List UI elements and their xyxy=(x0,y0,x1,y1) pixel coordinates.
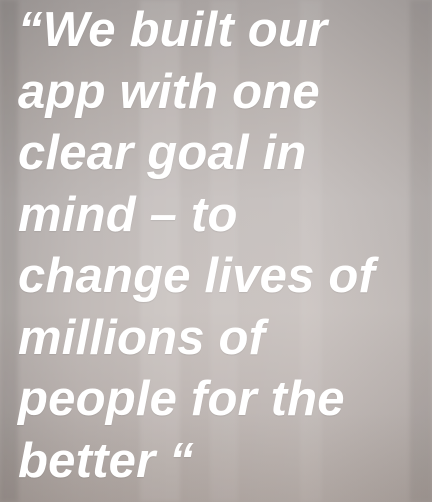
quote-line: clear goal in xyxy=(18,126,307,180)
quote-line: change lives of xyxy=(18,249,376,303)
quote-line: millions of xyxy=(18,310,266,365)
quote-line: mind – to xyxy=(18,187,238,242)
quote-line: better “ xyxy=(18,433,194,488)
quote-line: people for the xyxy=(18,372,345,426)
testimonial-quote: “We built our app with one clear goal in… xyxy=(18,0,418,492)
quote-line: “We built our xyxy=(18,3,328,57)
quote-line: app with one xyxy=(18,64,320,119)
